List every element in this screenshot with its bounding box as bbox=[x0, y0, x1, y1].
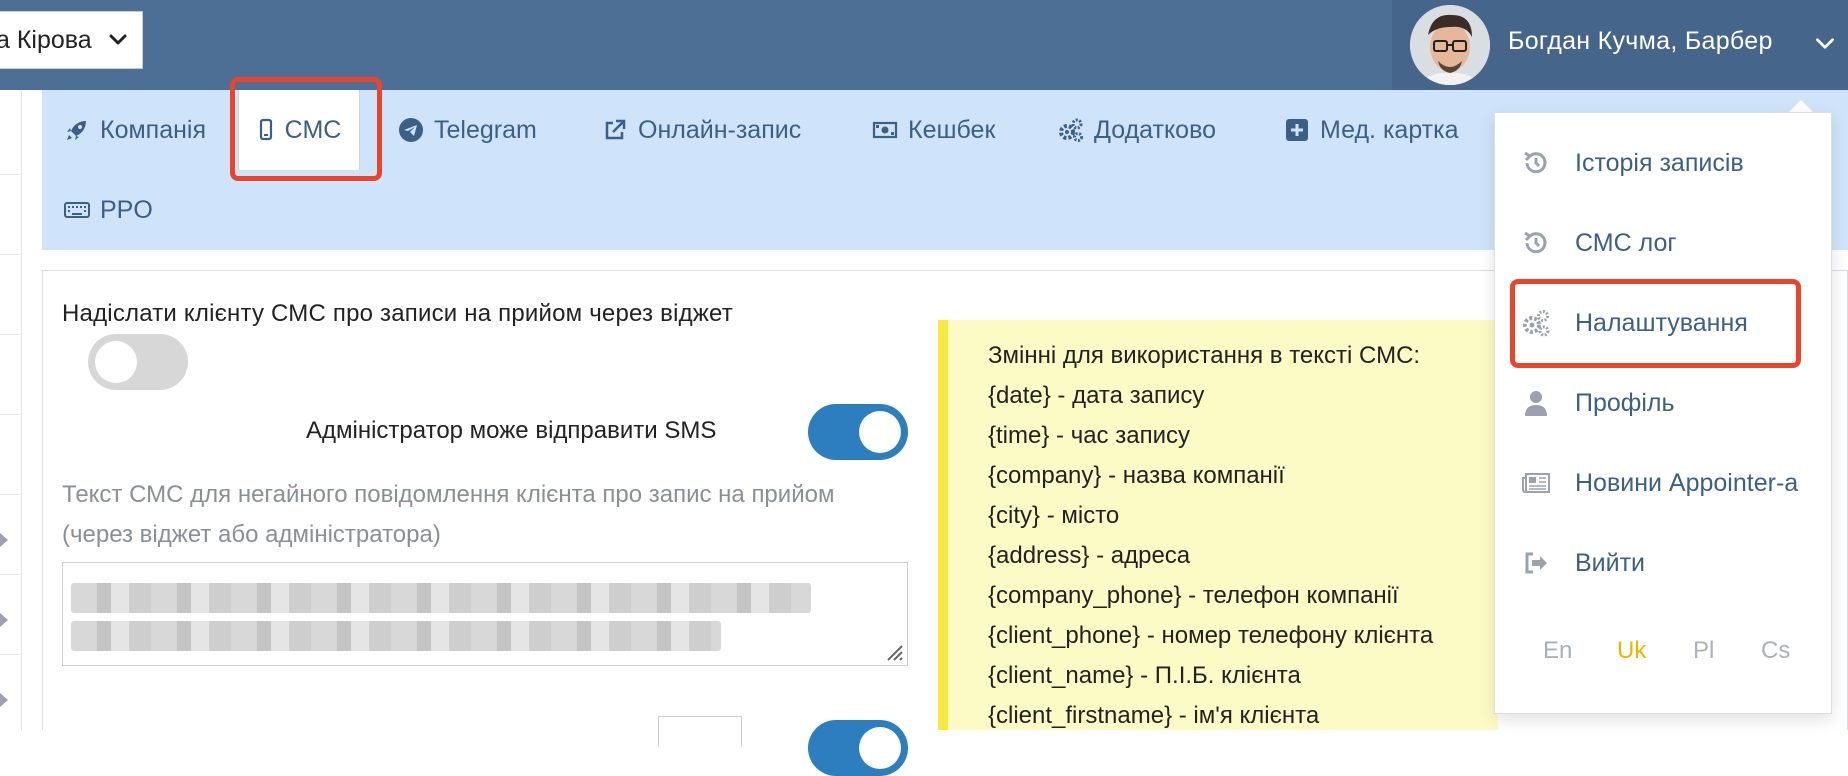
toggle-knob bbox=[95, 341, 137, 383]
small-input[interactable] bbox=[658, 716, 742, 747]
admin-can-send-label: Адміністратор може відправити SMS bbox=[306, 417, 717, 444]
tab-company[interactable]: Компанія bbox=[64, 90, 206, 170]
tab-label: Кешбек bbox=[908, 115, 996, 144]
user-icon bbox=[1525, 391, 1547, 416]
tab-medical-card[interactable]: Мед. картка bbox=[1284, 90, 1459, 170]
left-sidebar-edge bbox=[0, 90, 22, 730]
rocket-icon bbox=[67, 121, 86, 140]
tab-telegram[interactable]: Telegram bbox=[398, 90, 537, 170]
menu-item-label: Новини Appointer-a bbox=[1575, 468, 1799, 497]
tab-label: Додатково bbox=[1094, 115, 1216, 144]
gears-icon bbox=[1059, 118, 1083, 142]
menu-item-label: Вийти bbox=[1575, 548, 1646, 577]
admin-can-send-toggle[interactable] bbox=[808, 404, 908, 460]
menu-item-profile[interactable]: Профіль bbox=[1495, 363, 1833, 443]
history-icon bbox=[1524, 231, 1547, 254]
tab-label: Telegram bbox=[434, 115, 537, 144]
menu-highlight-annotation bbox=[1510, 279, 1801, 368]
tab-label: PPO bbox=[100, 195, 153, 224]
language-pl[interactable]: Pl bbox=[1693, 637, 1714, 665]
variable-item: {address} - адреса bbox=[988, 542, 1191, 569]
chevron-right-icon[interactable] bbox=[0, 613, 8, 627]
menu-item-sms-log[interactable]: СМС лог bbox=[1495, 203, 1833, 283]
variable-item: {client_phone} - номер телефону клієнта bbox=[988, 622, 1434, 649]
divider bbox=[0, 334, 21, 335]
branch-select[interactable]: а Кірова bbox=[0, 11, 143, 69]
tab-label: Компанія bbox=[100, 115, 206, 144]
newspaper-icon bbox=[1522, 473, 1550, 493]
avatar bbox=[1410, 5, 1490, 85]
user-menu-toggle[interactable]: Богдан Кучма, Барбер bbox=[1392, 0, 1848, 90]
menu-item-news[interactable]: Новини Appointer-a bbox=[1495, 443, 1833, 523]
divider bbox=[0, 574, 21, 575]
variable-item: {company_phone} - телефон компанії bbox=[988, 582, 1399, 609]
send-widget-sms-toggle[interactable] bbox=[88, 334, 188, 390]
external-link-icon bbox=[605, 119, 626, 140]
sms-text-textarea[interactable] bbox=[62, 562, 908, 666]
variable-item: {company} - назва компанії bbox=[988, 462, 1285, 489]
branch-select-value: а Кірова bbox=[0, 25, 92, 54]
tab-label: Мед. картка bbox=[1320, 115, 1459, 144]
menu-item-label: Історія записів bbox=[1575, 148, 1744, 177]
variable-item: {time} - час запису bbox=[988, 422, 1190, 449]
tab-highlight-annotation bbox=[230, 77, 382, 181]
divider bbox=[0, 414, 21, 415]
chevron-right-icon[interactable] bbox=[0, 533, 8, 547]
variable-item: {client_firstname} - ім'я клієнта bbox=[988, 702, 1320, 729]
toggle-knob bbox=[859, 727, 901, 769]
chevron-down-icon bbox=[109, 34, 127, 45]
blurred-text bbox=[71, 621, 721, 651]
tab-cashback[interactable]: Кешбек bbox=[872, 90, 995, 170]
language-uk[interactable]: Uk bbox=[1617, 637, 1646, 665]
tab-online-booking[interactable]: Онлайн-запис bbox=[602, 90, 801, 170]
resize-handle-icon[interactable] bbox=[880, 638, 904, 662]
settings-toggle[interactable] bbox=[808, 720, 908, 776]
blurred-text bbox=[71, 583, 811, 613]
menu-item-label: Профіль bbox=[1575, 388, 1675, 417]
variable-item: {date} - дата запису bbox=[988, 382, 1205, 409]
history-icon bbox=[1524, 151, 1547, 174]
money-icon bbox=[872, 121, 898, 139]
tab-label: Онлайн-запис bbox=[638, 115, 802, 144]
chevron-down-icon bbox=[1816, 38, 1834, 49]
divider bbox=[0, 494, 21, 495]
plus-square-icon bbox=[1286, 119, 1308, 141]
variable-item: {city} - місто bbox=[988, 502, 1120, 529]
sms-text-label: Текст СМС для негайного повідомлення клі… bbox=[62, 481, 835, 548]
variable-item: {client_name} - П.І.Б. клієнта bbox=[988, 662, 1301, 689]
menu-item-logout[interactable]: Вийти bbox=[1495, 523, 1833, 603]
divider bbox=[0, 654, 21, 655]
send-widget-sms-label: Надіслати клієнту СМС про записи на прий… bbox=[62, 300, 733, 327]
toggle-knob bbox=[859, 411, 901, 453]
tab-additional[interactable]: Додатково bbox=[1058, 90, 1216, 170]
language-cs[interactable]: Cs bbox=[1761, 637, 1790, 665]
user-dropdown-menu: Історія записів СМС лог Налаштування Про… bbox=[1494, 112, 1832, 714]
telegram-icon bbox=[399, 118, 423, 142]
menu-item-history[interactable]: Історія записів bbox=[1495, 123, 1833, 203]
tab-ppo[interactable]: PPO bbox=[64, 170, 153, 250]
keyboard-icon bbox=[64, 202, 90, 218]
divider bbox=[0, 174, 21, 175]
sign-out-icon bbox=[1525, 552, 1547, 574]
sms-variables-note: Змінні для використання в тексті СМС: {d… bbox=[938, 320, 1498, 730]
variables-title: Змінні для використання в тексті СМС: bbox=[988, 342, 1421, 369]
user-name: Богдан Кучма, Барбер bbox=[1508, 27, 1773, 55]
language-switcher: En Uk Pl Cs bbox=[1495, 637, 1833, 677]
menu-item-label: СМС лог bbox=[1575, 228, 1677, 257]
chevron-right-icon[interactable] bbox=[0, 693, 8, 707]
language-en[interactable]: En bbox=[1543, 637, 1572, 665]
divider bbox=[0, 254, 21, 255]
